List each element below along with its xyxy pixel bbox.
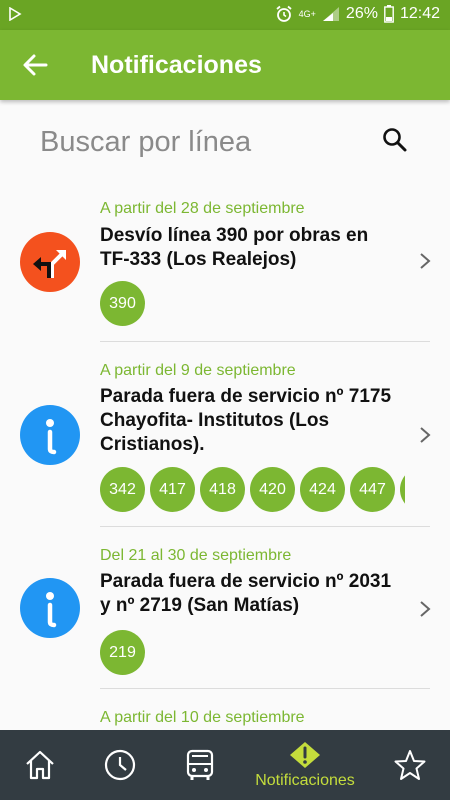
star-icon [394, 750, 426, 780]
info-icon [20, 405, 80, 465]
line-badge[interactable]: 219 [100, 630, 145, 675]
status-bar: 4G+ 26% 12:42 [0, 0, 450, 30]
notification-date: A partir del 10 de septiembre [100, 709, 305, 726]
notification-date: A partir del 9 de septiembre [100, 362, 296, 379]
chevron-right-icon[interactable] [418, 426, 432, 444]
chevron-right-icon[interactable] [418, 600, 432, 618]
line-badge[interactable]: 418 [200, 467, 245, 512]
alarm-icon [276, 5, 292, 22]
line-badge[interactable]: 342 [100, 467, 145, 512]
nav-bus[interactable] [180, 730, 220, 800]
notification-title: Parada fuera de servicio nº 2031 y nº 27… [100, 571, 392, 616]
search-icon[interactable] [382, 127, 408, 153]
info-icon [20, 578, 80, 638]
chevron-right-icon[interactable] [418, 252, 432, 270]
nav-notifications[interactable]: Notificaciones [240, 730, 370, 800]
clock-icon [104, 749, 136, 781]
line-badge[interactable]: 447 [350, 467, 395, 512]
line-badge[interactable]: 424 [300, 467, 345, 512]
notification-item[interactable]: A partir del 28 de septiembre Desvío lín… [0, 184, 450, 342]
line-badges: 342 417 418 420 424 447 450 [100, 467, 405, 512]
notification-date: Del 21 al 30 de septiembre [100, 547, 292, 564]
line-badge[interactable]: 417 [150, 467, 195, 512]
line-badges: 390 [100, 281, 405, 326]
signal-icon [322, 7, 339, 21]
notification-list[interactable]: A partir del 28 de septiembre Desvío lín… [0, 184, 450, 730]
notification-title: Desvío línea 390 por obras en TF-333 (Lo… [100, 225, 369, 270]
line-badge[interactable]: 390 [100, 281, 145, 326]
page-title: Notificaciones [91, 51, 262, 79]
nav-schedule[interactable] [100, 730, 140, 800]
clock: 12:42 [399, 5, 440, 22]
network-type: 4G+ [298, 8, 316, 19]
search-input[interactable] [40, 122, 360, 162]
notification-title: Parada fuera de servicio nº 7175 Chayofi… [100, 386, 392, 455]
nav-favorites[interactable] [390, 730, 430, 800]
line-badge[interactable]: 420 [250, 467, 295, 512]
alert-icon [290, 742, 320, 768]
notification-item[interactable]: Del 21 al 30 de septiembre Parada fuera … [0, 527, 450, 689]
detour-icon [20, 232, 80, 292]
home-icon [26, 750, 54, 780]
notification-date: A partir del 28 de septiembre [100, 200, 305, 217]
back-arrow-icon[interactable] [22, 52, 48, 78]
battery-icon [384, 5, 394, 23]
app-bar: Notificaciones [0, 30, 450, 100]
bus-icon [186, 749, 214, 780]
notification-item[interactable]: A partir del 10 de septiembre [0, 689, 450, 730]
nav-notifications-label: Notificaciones [255, 772, 355, 789]
bottom-navigation: Notificaciones [0, 730, 450, 800]
line-badge[interactable]: 450 [400, 467, 405, 512]
notification-item[interactable]: A partir del 9 de septiembre Parada fuer… [0, 342, 450, 527]
nav-home[interactable] [20, 730, 60, 800]
line-badges: 219 [100, 630, 405, 675]
battery-percent: 26% [345, 5, 378, 22]
play-store-icon [9, 7, 22, 21]
